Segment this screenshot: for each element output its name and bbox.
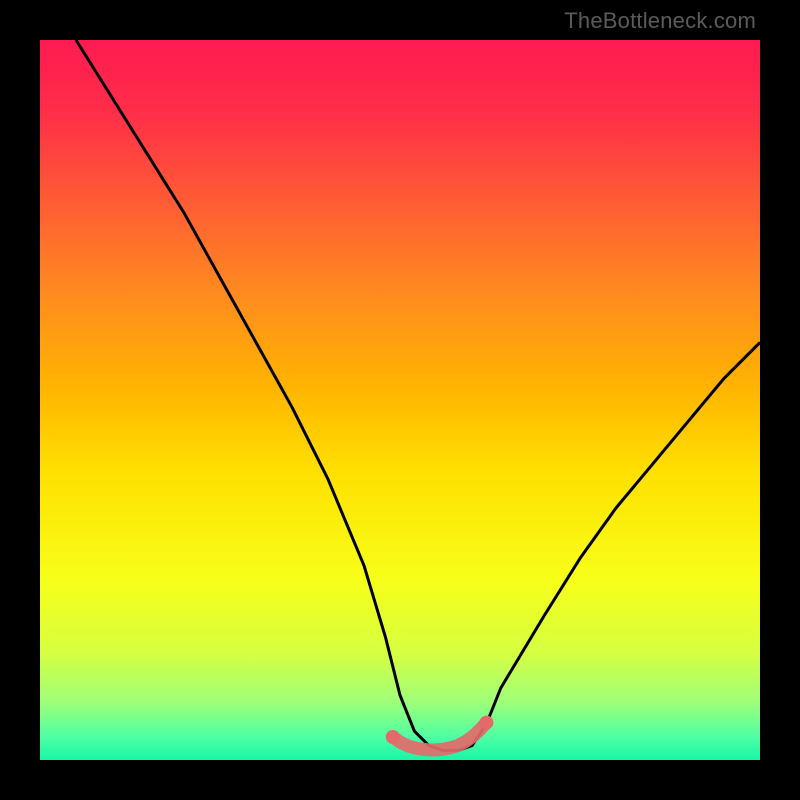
main-curve: [76, 40, 760, 751]
watermark-text: TheBottleneck.com: [564, 8, 756, 34]
chart-frame: TheBottleneck.com: [0, 0, 800, 800]
plot-area: [40, 40, 760, 760]
highlight-endcap: [386, 730, 400, 744]
chart-canvas: [40, 40, 760, 760]
highlight-endcap: [479, 716, 493, 730]
